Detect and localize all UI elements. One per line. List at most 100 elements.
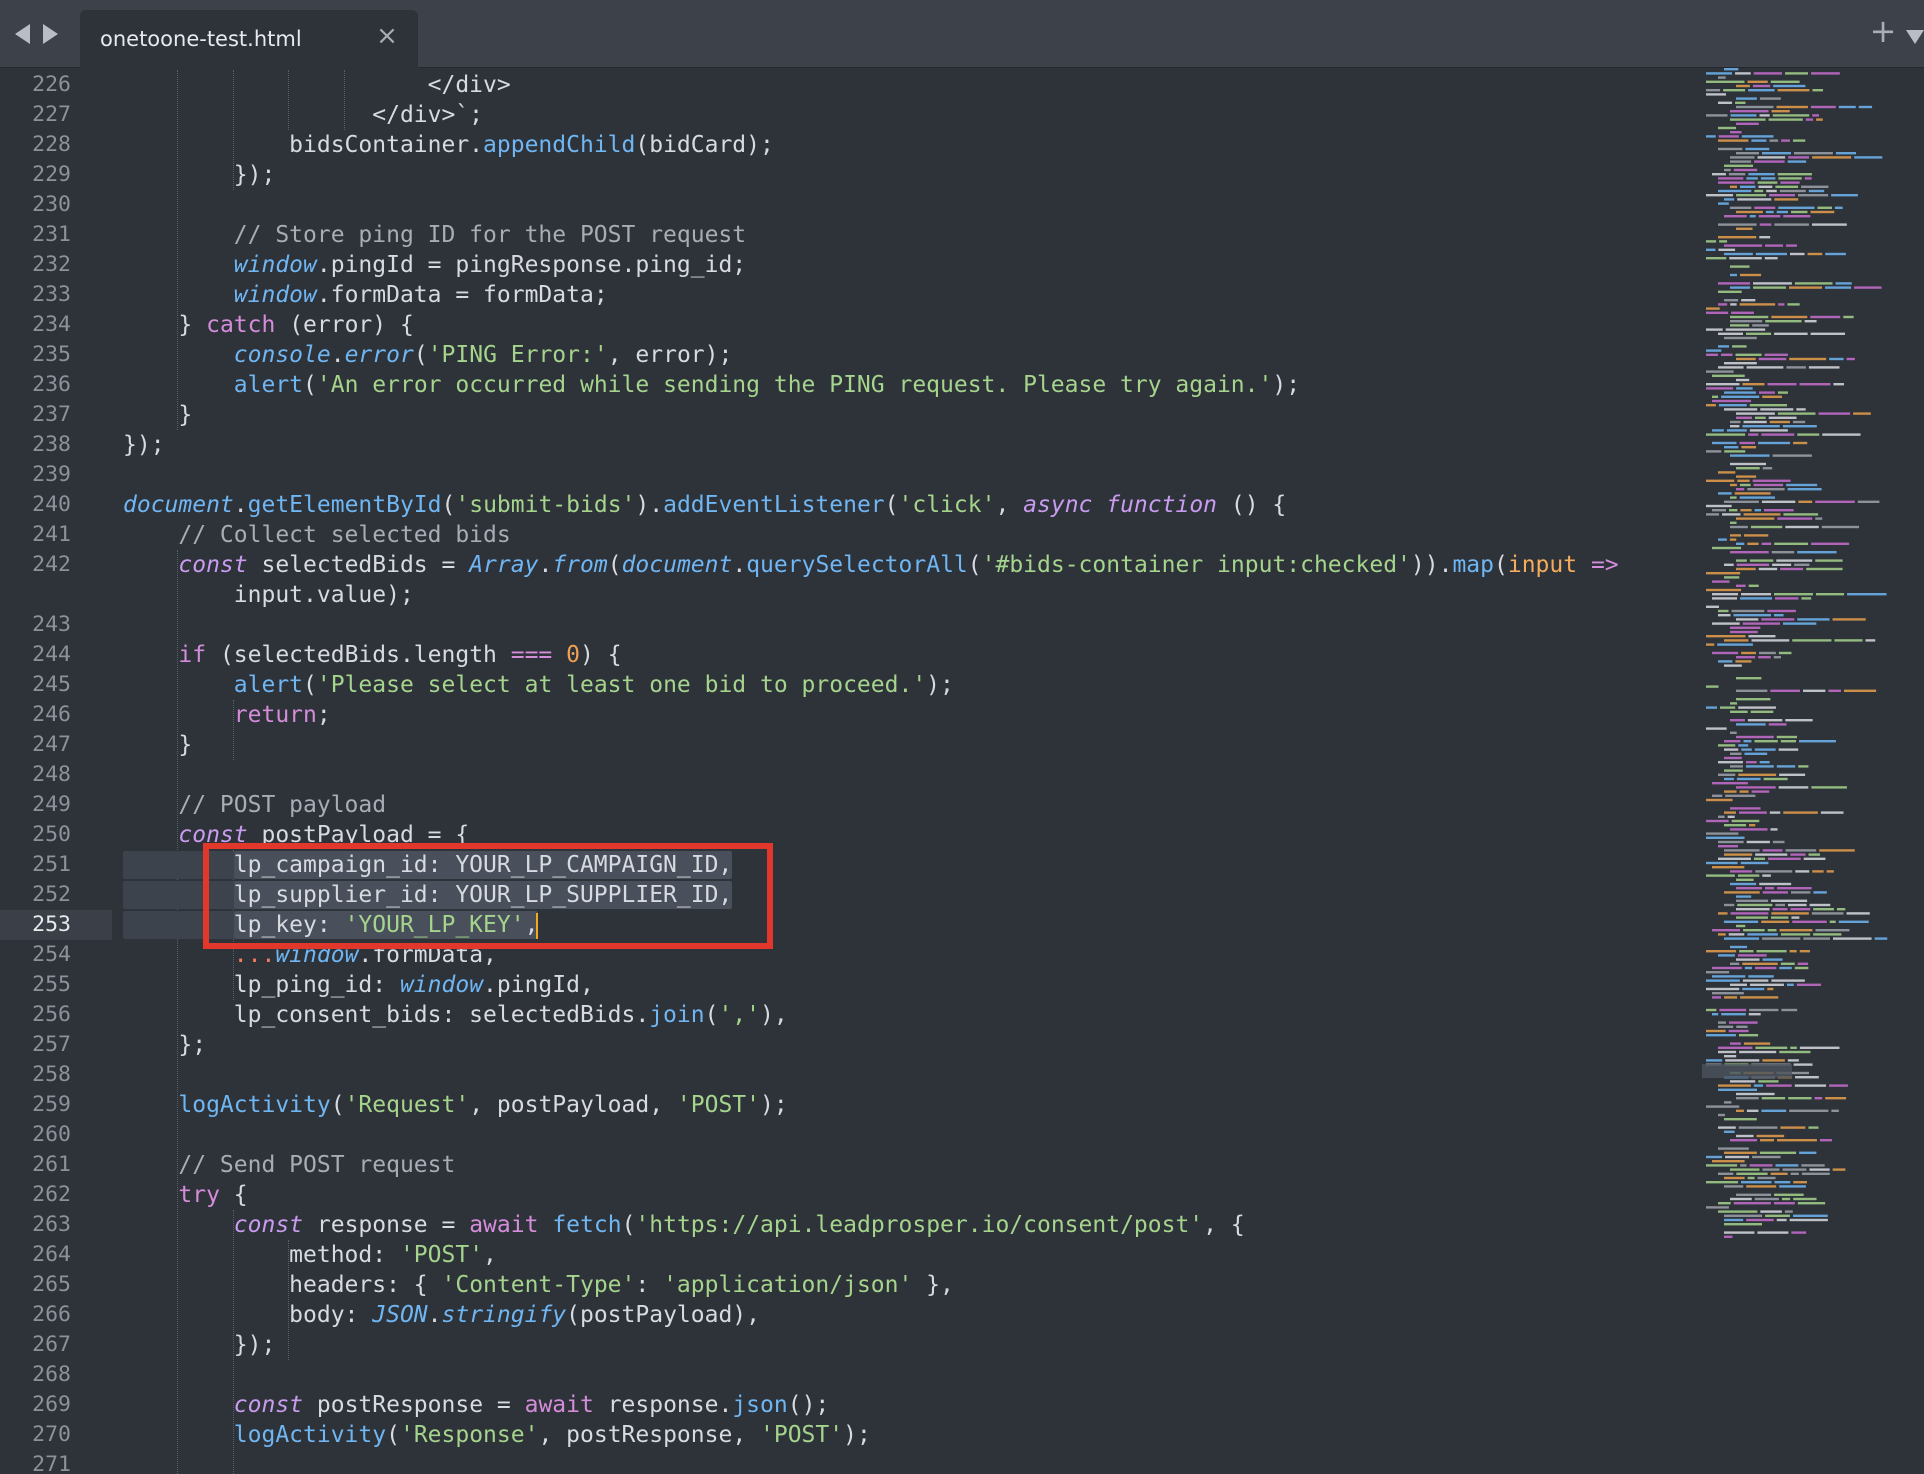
code-line[interactable]: 271 (0, 1450, 1690, 1474)
minimap-code-stroke (1762, 467, 1773, 470)
minimap-code-stroke (1853, 412, 1871, 415)
code-line[interactable]: 262 try { (0, 1180, 1690, 1210)
minimap-code-stroke (1811, 542, 1850, 545)
minimap-code-stroke (1753, 286, 1786, 289)
code-token: . (732, 552, 747, 578)
minimap-code-stroke (1718, 1088, 1757, 1091)
code-line[interactable]: 229 }); (0, 160, 1690, 190)
code-line[interactable]: 270 logActivity('Response', postResponse… (0, 1420, 1690, 1450)
minimap-code-stroke (1718, 1084, 1751, 1087)
minimap-code-stroke (1724, 1235, 1733, 1238)
minimap[interactable] (1702, 68, 1924, 1474)
close-icon[interactable]: × (374, 23, 400, 49)
code-line[interactable]: 266 body: JSON.stringify(postPayload), (0, 1300, 1690, 1330)
code-line[interactable]: 265 headers: { 'Content-Type': 'applicat… (0, 1270, 1690, 1300)
code-editor[interactable]: 226 </div> 227 </div>`; 228 bidsContainer.… (0, 68, 1690, 1474)
code-line[interactable]: 259 logActivity('Request', postPayload, … (0, 1090, 1690, 1120)
minimap-code-stroke (1712, 509, 1726, 512)
minimap-code-stroke (1745, 765, 1774, 768)
minimap-code-stroke (1736, 210, 1763, 214)
minimap-code-stroke (1772, 563, 1792, 566)
minimap-code-stroke (1780, 740, 1797, 743)
code-line[interactable]: 241 // Collect selected bids (0, 520, 1690, 550)
minimap-code-stroke (1724, 215, 1747, 218)
code-line[interactable]: 247 } (0, 730, 1690, 760)
code-line[interactable]: 246 return; (0, 700, 1690, 730)
minimap-code-stroke (1724, 664, 1742, 667)
line-number: 250 (32, 822, 71, 847)
code-line[interactable]: 240 document.getElementById('submit-bids'… (0, 490, 1690, 520)
code-line[interactable]: 261 // Send POST request (0, 1150, 1690, 1180)
code-line[interactable]: 232 window.pingId = pingResponse.ping_id… (0, 250, 1690, 280)
code-line[interactable]: 264 method: 'POST', (0, 1240, 1690, 1270)
minimap-code-stroke (1790, 252, 1805, 256)
minimap-code-stroke (1746, 177, 1758, 180)
code-line[interactable]: 233 window.formData = formData; (0, 280, 1690, 310)
minimap-code-stroke (1729, 257, 1762, 260)
minimap-code-stroke (1743, 534, 1769, 537)
code-line[interactable]: 231 // Store ping ID for the POST reques… (0, 220, 1690, 250)
code-line[interactable]: 268 (0, 1360, 1690, 1390)
code-line[interactable]: 249 // POST payload (0, 790, 1690, 820)
code-line[interactable]: 237 } (0, 400, 1690, 430)
code-line[interactable]: 256 lp_consent_bids: selectedBids.join('… (0, 1000, 1690, 1030)
code-line[interactable]: 230 (0, 190, 1690, 220)
code-line[interactable]: 248 (0, 760, 1690, 790)
code-line[interactable]: 260 (0, 1120, 1690, 1150)
minimap-code-stroke (1770, 1172, 1788, 1175)
minimap-code-stroke (1718, 282, 1751, 285)
code-line[interactable]: 242 const selectedBids = Array.from(docu… (0, 550, 1690, 580)
line-number: 237 (32, 402, 71, 427)
code-line[interactable]: 228 bidsContainer.appendChild(bidCard); (0, 130, 1690, 160)
code-line[interactable]: 226 </div> (0, 70, 1690, 100)
minimap-code-stroke (1778, 651, 1792, 655)
code-line[interactable]: 269 const postResponse = await response.… (0, 1390, 1690, 1420)
code-token: ); (760, 1092, 788, 1118)
minimap-code-stroke (1811, 786, 1847, 789)
minimap-code-stroke (1712, 546, 1742, 550)
minimap-code-stroke (1718, 303, 1728, 306)
code-line[interactable]: 227 </div>`; (0, 100, 1690, 130)
minimap-code-stroke (1718, 912, 1728, 915)
minimap-code-stroke (1769, 811, 1781, 814)
line-number: 239 (32, 462, 71, 487)
line-number: 242 (32, 552, 71, 577)
code-line[interactable]: 245 alert('Please select at least one bi… (0, 670, 1690, 700)
back-arrow-icon[interactable] (12, 22, 32, 46)
minimap-code-stroke (1718, 1113, 1726, 1117)
minimap-code-stroke (1797, 433, 1820, 436)
minimap-code-stroke (1779, 966, 1792, 970)
code-line[interactable]: 267 }); (0, 1330, 1690, 1360)
code-line[interactable]: input.value); (0, 580, 1690, 610)
minimap-code-stroke (1730, 286, 1751, 289)
code-token: // POST payload (178, 792, 387, 818)
code-token: input (1507, 552, 1578, 578)
minimap-viewport[interactable] (1702, 1064, 1792, 1078)
chevron-down-icon[interactable] (1906, 30, 1924, 44)
minimap-code-stroke (1706, 349, 1722, 352)
minimap-code-stroke (1706, 248, 1716, 251)
code-line[interactable]: 238}); (0, 430, 1690, 460)
tab-onetoone-test[interactable]: onetoone-test.html × (80, 10, 418, 68)
code-line[interactable]: 258 (0, 1060, 1690, 1090)
plus-icon[interactable]: + (1869, 15, 1897, 47)
minimap-code-stroke (1761, 1109, 1787, 1112)
code-line[interactable]: 239 (0, 460, 1690, 490)
line-number: 244 (32, 642, 71, 667)
minimap-code-stroke (1803, 937, 1830, 940)
code-text: alert('An error occurred while sending t… (123, 370, 1300, 400)
code-line[interactable]: 255 lp_ping_id: window.pingId, (0, 970, 1690, 1000)
code-line[interactable]: 236 alert('An error occurred while sendi… (0, 370, 1690, 400)
code-line[interactable]: 244 if (selectedBids.length === 0) { (0, 640, 1690, 670)
forward-arrow-icon[interactable] (40, 22, 60, 46)
code-line[interactable]: 257 }; (0, 1030, 1690, 1060)
code-line[interactable]: 263 const response = await fetch('https:… (0, 1210, 1690, 1240)
minimap-code-stroke (1724, 769, 1743, 772)
code-line[interactable]: 234 } catch (error) { (0, 310, 1690, 340)
code-line[interactable]: 243 (0, 610, 1690, 640)
code-token: , (483, 1242, 497, 1268)
code-line[interactable]: 235 console.error('PING Error:', error); (0, 340, 1690, 370)
